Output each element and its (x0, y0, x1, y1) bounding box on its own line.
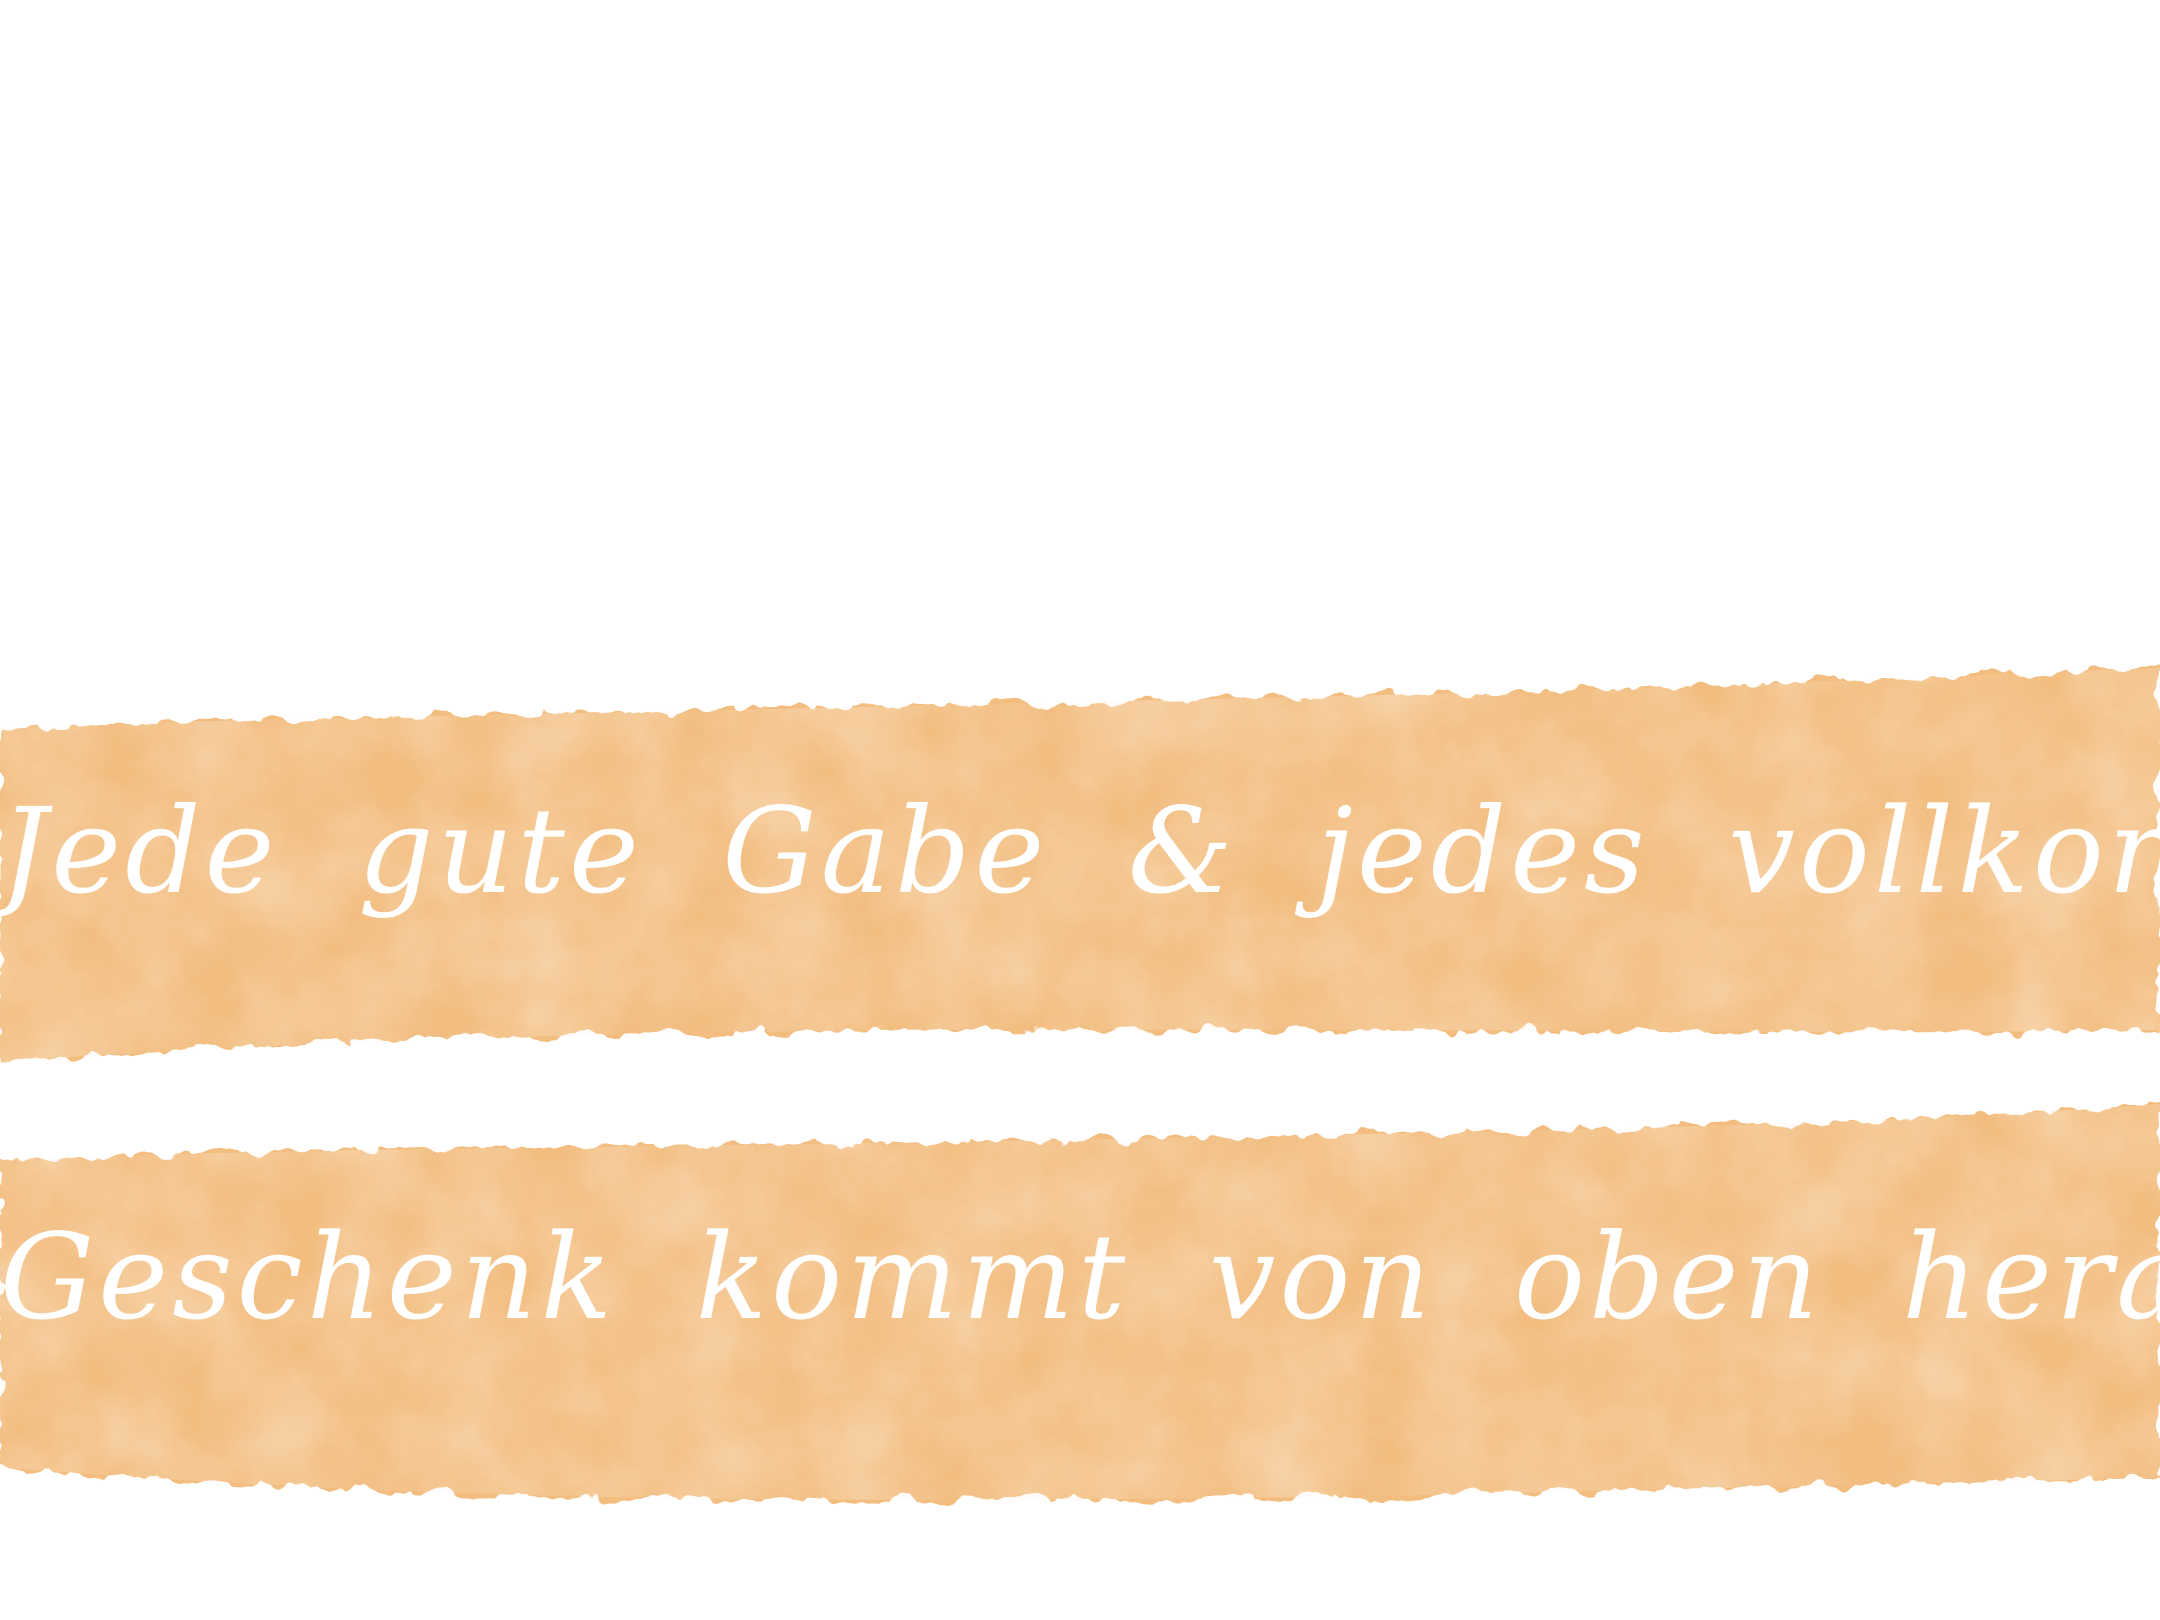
lettering-line-1: Jede gute Gabe & jedes vollkommene (0, 782, 2160, 920)
lettering-line-2: Geschenk kommt von oben herab! (0, 1208, 2160, 1346)
greeting-card: Jede gute Gabe & jedes vollkommene Gesch… (0, 0, 2160, 1620)
